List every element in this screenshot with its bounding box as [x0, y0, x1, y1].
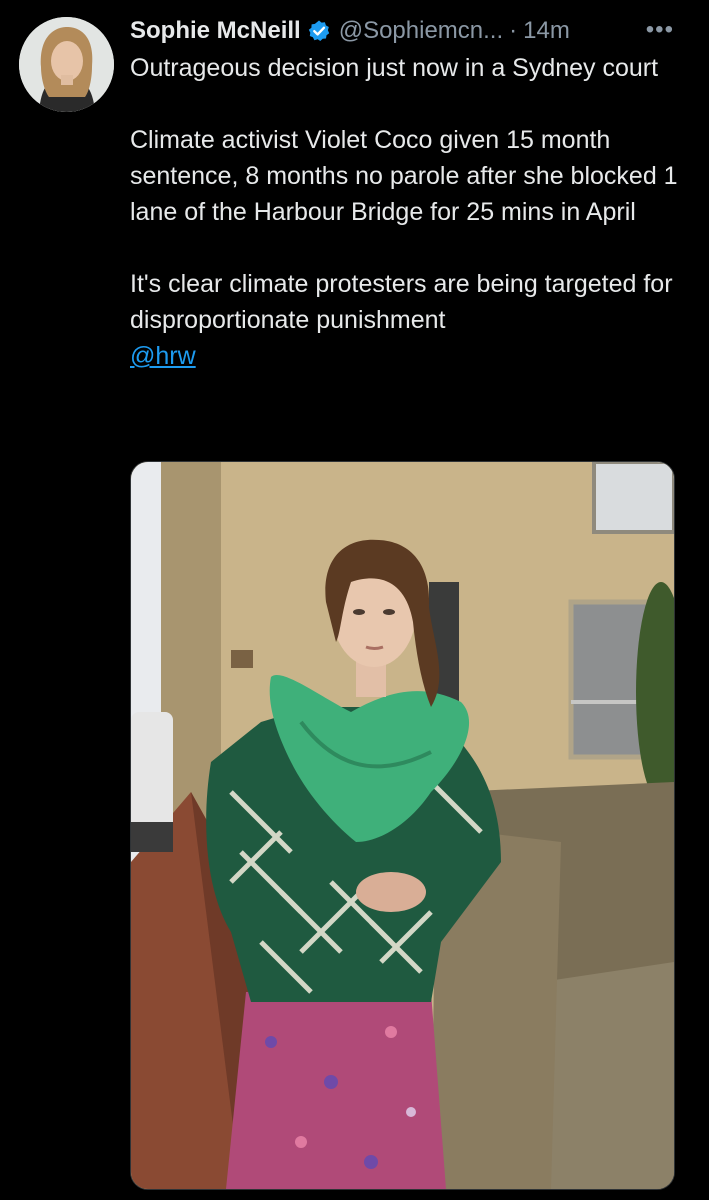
author-handle[interactable]: @Sophiemcn... [339, 17, 503, 45]
verified-badge-icon [307, 19, 331, 43]
tweet-photo[interactable] [130, 461, 675, 1190]
tweet-paragraph-2: Climate activist Violet Coco given 15 mo… [130, 126, 678, 226]
tweet-paragraph-3: It's clear climate protesters are being … [130, 270, 673, 334]
mention-link[interactable]: @hrw [130, 342, 196, 370]
timestamp[interactable]: 14m [523, 17, 570, 45]
profile-photo-icon [19, 17, 114, 112]
more-options-icon[interactable]: ••• [646, 16, 674, 44]
avatar[interactable] [19, 17, 114, 112]
tweet-header: Sophie McNeill @Sophiemcn... · 14m ••• [130, 14, 690, 48]
separator-dot: · [509, 17, 518, 44]
tweet-paragraph-1: Outrageous decision just now in a Sydney… [130, 54, 659, 82]
photo-woman-green-scarf-icon [131, 462, 674, 1189]
author-name[interactable]: Sophie McNeill [130, 17, 301, 45]
tweet-body: Outrageous decision just now in a Sydney… [130, 50, 690, 374]
